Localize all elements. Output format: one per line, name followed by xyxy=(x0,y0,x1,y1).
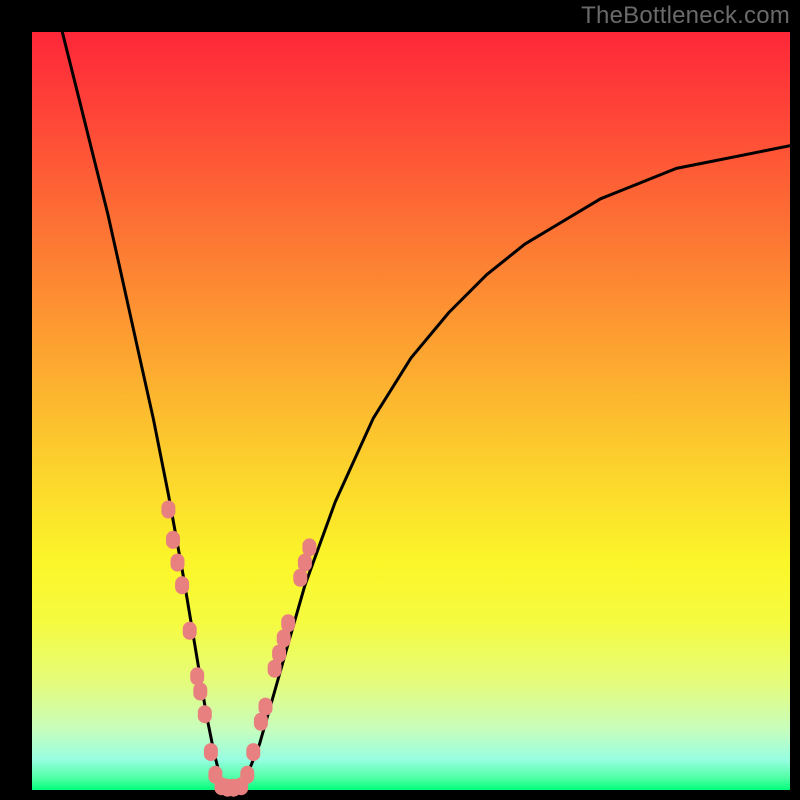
curve-marker xyxy=(183,622,197,640)
curve-marker xyxy=(246,743,260,761)
curve-marker xyxy=(198,705,212,723)
curve-marker xyxy=(171,554,185,572)
curve-marker xyxy=(193,683,207,701)
curve-marker xyxy=(204,743,218,761)
curve-markers xyxy=(161,501,316,797)
chart-frame: TheBottleneck.com xyxy=(0,0,800,800)
curve-marker xyxy=(175,576,189,594)
curve-marker xyxy=(259,698,273,716)
curve-marker xyxy=(161,501,175,519)
watermark-text: TheBottleneck.com xyxy=(581,2,790,30)
curve-marker xyxy=(302,538,316,556)
plot-area xyxy=(32,32,790,790)
curve-marker xyxy=(281,614,295,632)
curve-marker xyxy=(166,531,180,549)
bottleneck-curve xyxy=(62,32,790,790)
curve-marker xyxy=(190,667,204,685)
curve-marker xyxy=(240,766,254,784)
curve-layer xyxy=(32,32,790,790)
